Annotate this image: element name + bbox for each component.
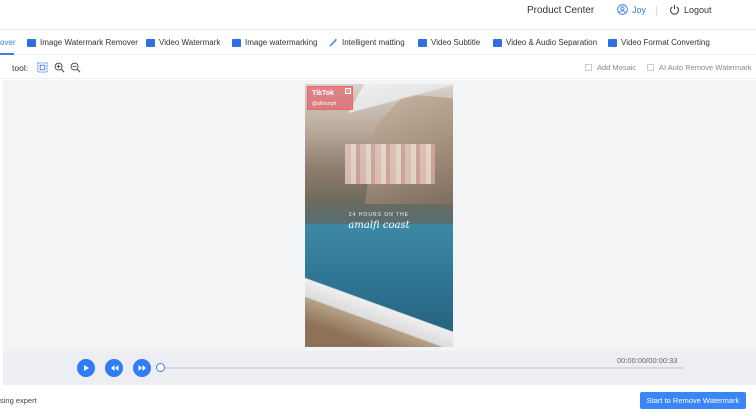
tab-label: Video Format Converting bbox=[621, 38, 710, 47]
video-icon bbox=[146, 38, 155, 47]
product-center-link[interactable]: Product Center bbox=[527, 5, 594, 16]
time-display: 00:00:00/00:00:33 bbox=[617, 356, 678, 365]
video-caption-script: amalfi coast bbox=[348, 220, 410, 231]
power-icon bbox=[670, 4, 679, 15]
footer-text: sing expert bbox=[0, 396, 37, 405]
zoom-out-icon[interactable] bbox=[70, 62, 81, 73]
checkbox-box[interactable] bbox=[585, 64, 592, 71]
tool-tabs: over Image Watermark Remover Video Water… bbox=[0, 29, 756, 55]
tab-label: Video Subtitle bbox=[431, 38, 481, 47]
tab-label: Intelligent matting bbox=[342, 38, 405, 47]
fast-forward-button[interactable] bbox=[133, 359, 151, 377]
tab-image-watermarking[interactable]: Image watermarking bbox=[232, 38, 317, 47]
player-controls: 00:00:00/00:00:33 bbox=[3, 351, 756, 385]
file-video-icon bbox=[608, 38, 617, 47]
zoom-in-icon[interactable] bbox=[54, 62, 65, 73]
logout-label: Logout bbox=[684, 4, 712, 15]
tool-row: tool: Add Mosaic AI Auto Remove Watermar… bbox=[0, 57, 756, 79]
user-icon bbox=[617, 4, 628, 15]
tab-video-audio-separation[interactable]: Video & Audio Separation bbox=[493, 38, 597, 47]
tab-label: Image Watermark Remover bbox=[40, 38, 138, 47]
header-divider bbox=[656, 6, 657, 16]
tool-label: tool: bbox=[12, 63, 29, 73]
select-box-icon[interactable] bbox=[37, 62, 48, 73]
rewind-icon bbox=[110, 365, 118, 371]
ai-auto-remove-checkbox[interactable]: AI Auto Remove Watermark bbox=[647, 63, 752, 72]
video-preview[interactable]: TikTok @allmorph 24 HOURS ON THE amalfi … bbox=[305, 84, 453, 347]
add-mosaic-checkbox[interactable]: Add Mosaic bbox=[585, 63, 636, 72]
tab-video-watermark-remover[interactable]: over bbox=[0, 38, 16, 47]
ai-auto-remove-label: AI Auto Remove Watermark bbox=[659, 63, 752, 72]
tab-label: Video & Audio Separation bbox=[506, 38, 598, 47]
watermark-selection-box[interactable]: TikTok @allmorph bbox=[307, 86, 353, 110]
active-tab-indicator bbox=[0, 53, 14, 55]
tab-video-format-converting[interactable]: Video Format Converting bbox=[608, 38, 710, 47]
scene-boat-rail bbox=[305, 274, 453, 347]
video-icon bbox=[418, 38, 427, 47]
video-icon bbox=[493, 38, 502, 47]
watermark-handle: @allmorph bbox=[312, 101, 337, 107]
tab-image-watermark-remover[interactable]: Image Watermark Remover bbox=[27, 38, 138, 47]
video-caption-small: 24 HOURS ON THE bbox=[348, 212, 410, 218]
tab-label: over bbox=[0, 38, 16, 47]
logout-button[interactable]: Logout bbox=[669, 4, 712, 15]
start-remove-watermark-button[interactable]: Start to Remove Watermark bbox=[640, 392, 746, 409]
tab-label: Video Watermark bbox=[159, 38, 221, 47]
progress-handle[interactable] bbox=[156, 363, 165, 372]
watermark-brand: TikTok bbox=[312, 90, 334, 97]
add-mosaic-label: Add Mosaic bbox=[597, 63, 637, 72]
tab-video-subtitle[interactable]: Video Subtitle bbox=[418, 38, 480, 47]
remove-selection-icon[interactable] bbox=[345, 88, 351, 94]
tab-video-watermark[interactable]: Video Watermark bbox=[146, 38, 220, 47]
play-button[interactable] bbox=[77, 359, 95, 377]
magic-wand-icon bbox=[329, 38, 338, 47]
top-bar: Product Center Joy Logout bbox=[0, 0, 756, 28]
rewind-button[interactable] bbox=[105, 359, 123, 377]
tab-label: Image watermarking bbox=[245, 38, 318, 47]
user-menu[interactable]: Joy bbox=[617, 4, 646, 15]
play-icon bbox=[84, 365, 89, 371]
tab-intelligent-matting[interactable]: Intelligent matting bbox=[329, 38, 405, 47]
image-icon bbox=[232, 38, 241, 47]
image-icon bbox=[27, 38, 36, 47]
checkbox-box[interactable] bbox=[647, 64, 654, 71]
progress-track[interactable] bbox=[160, 367, 683, 369]
fast-forward-icon bbox=[138, 365, 146, 371]
user-name: Joy bbox=[632, 4, 647, 15]
